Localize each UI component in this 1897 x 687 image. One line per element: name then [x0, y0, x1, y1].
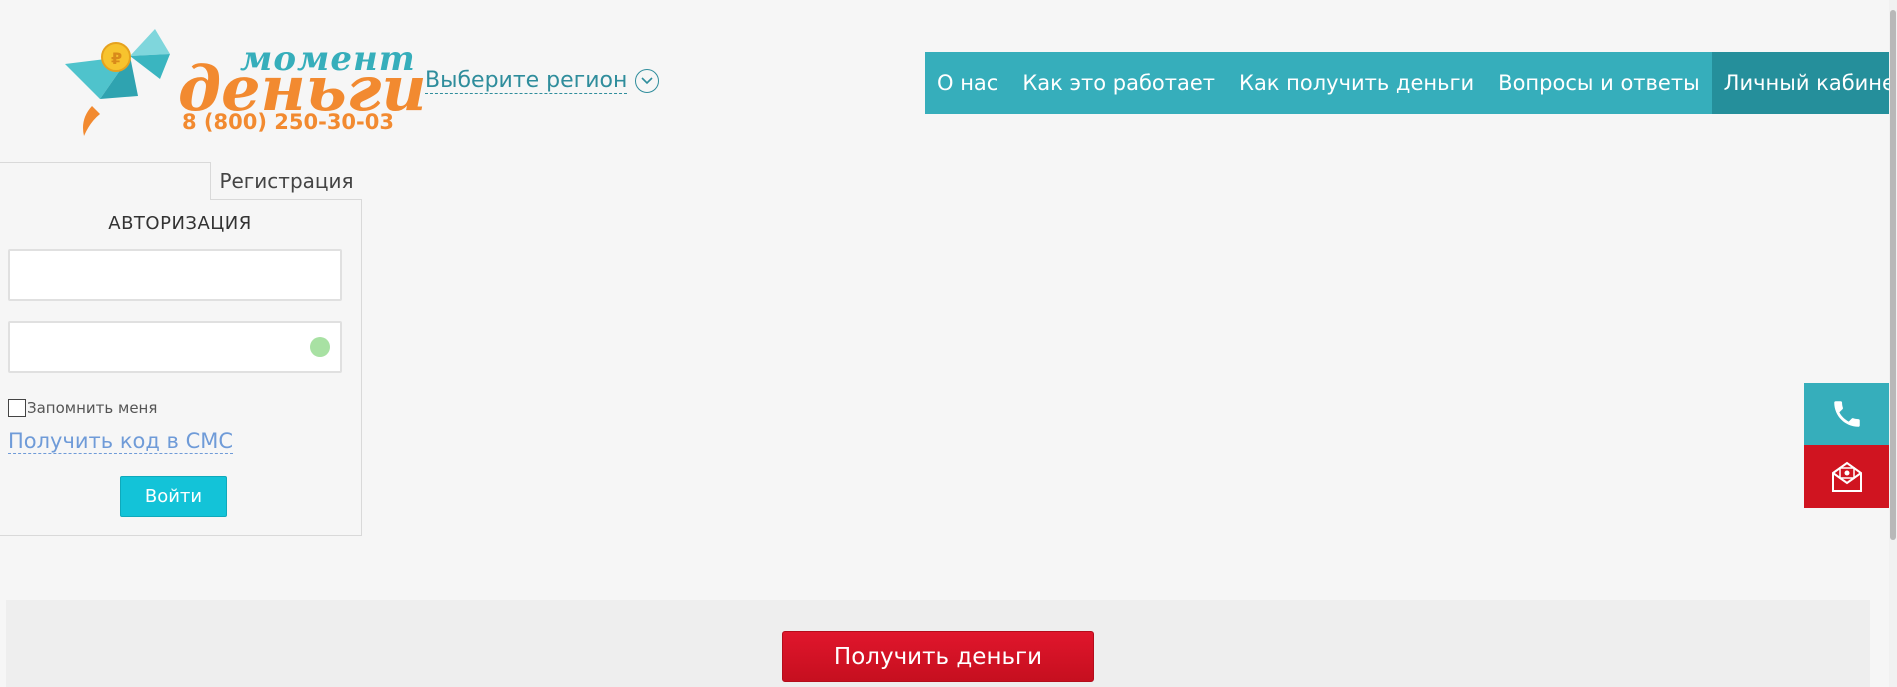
- main-nav: О нас Как это работает Как получить день…: [925, 52, 1897, 114]
- login-field[interactable]: [8, 249, 342, 301]
- logo-phone: 8 (800) 250-30-03: [182, 110, 394, 134]
- nav-item-personal-account[interactable]: Личный кабинет: [1711, 52, 1897, 114]
- remember-me[interactable]: Запомнить меня: [8, 399, 157, 417]
- get-sms-code-link[interactable]: Получить код в СМС: [8, 429, 234, 455]
- mail-icon: [1831, 461, 1862, 492]
- region-selector[interactable]: Выберите регион: [425, 68, 660, 95]
- nav-item-about[interactable]: О нас: [925, 52, 1010, 114]
- password-input[interactable]: [10, 323, 340, 371]
- get-money-button[interactable]: Получить деньги: [782, 631, 1094, 682]
- password-field[interactable]: [8, 321, 342, 373]
- paper-plane-icon: ₽: [65, 29, 170, 136]
- login-panel: Регистрация АВТОРИЗАЦИЯ Запомнить меня П…: [0, 162, 362, 536]
- page-scrollbar[interactable]: [1889, 0, 1897, 687]
- scrollbar-thumb[interactable]: [1890, 10, 1896, 540]
- chevron-down-icon: [635, 69, 660, 94]
- callback-button[interactable]: [1804, 383, 1889, 445]
- nav-item-faq[interactable]: Вопросы и ответы: [1486, 52, 1711, 114]
- message-button[interactable]: [1804, 445, 1889, 508]
- region-label: Выберите регион: [425, 68, 628, 95]
- login-button[interactable]: Войти: [120, 476, 227, 517]
- svg-text:₽: ₽: [111, 49, 122, 68]
- nav-item-how-it-works[interactable]: Как это работает: [1010, 52, 1227, 114]
- auth-title: АВТОРИЗАЦИЯ: [108, 213, 252, 234]
- remember-me-checkbox[interactable]: [8, 399, 26, 417]
- remember-me-label: Запомнить меня: [27, 399, 158, 417]
- phone-icon: [1833, 401, 1860, 427]
- nav-item-how-to-get-money[interactable]: Как получить деньги: [1227, 52, 1486, 114]
- registration-tab[interactable]: Регистрация: [210, 162, 362, 200]
- logo[interactable]: ₽ момент деньги 8 (800) 250-30-03: [60, 24, 427, 139]
- login-input[interactable]: [10, 251, 340, 299]
- password-status-icon: [310, 337, 330, 357]
